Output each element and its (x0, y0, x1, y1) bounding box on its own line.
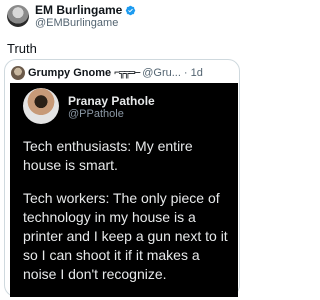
tweet: EM Burlingame @EMBurlingame Truth Grumpy… (0, 0, 244, 300)
embedded-author-handle: @PPathole (68, 108, 124, 120)
author-name-row: EM Burlingame (35, 3, 136, 17)
quoted-author-name[interactable]: Grumpy Gnome (28, 67, 111, 79)
quoted-author-avatar[interactable] (11, 66, 25, 80)
embedded-author-avatar (23, 88, 59, 124)
tweet-text: Truth (7, 41, 37, 56)
embedded-tweet-paragraph-1: Tech enthusiasts: My entire house is sma… (23, 138, 193, 173)
author-name[interactable]: EM Burlingame (35, 3, 122, 17)
quoted-author-handle[interactable]: @Gru... (142, 67, 181, 79)
embedded-tweet-screenshot: Pranay Pathole @PPathole Tech enthusiast… (10, 83, 238, 297)
author-handle[interactable]: @EMBurlingame (35, 17, 118, 29)
embedded-author-name: Pranay Pathole (68, 94, 155, 108)
embedded-tweet-paragraph-2: Tech workers: The only piece of technolo… (23, 190, 228, 282)
quoted-author-emoji: ⌐╦╦═─ (114, 67, 140, 79)
quoted-tweet-header: Grumpy Gnome ⌐╦╦═─ @Gru... · 1d (11, 66, 237, 80)
separator-dot: · (183, 67, 188, 79)
author-avatar[interactable] (7, 5, 29, 27)
verified-badge-icon (126, 5, 136, 15)
quoted-timestamp[interactable]: 1d (191, 67, 203, 79)
